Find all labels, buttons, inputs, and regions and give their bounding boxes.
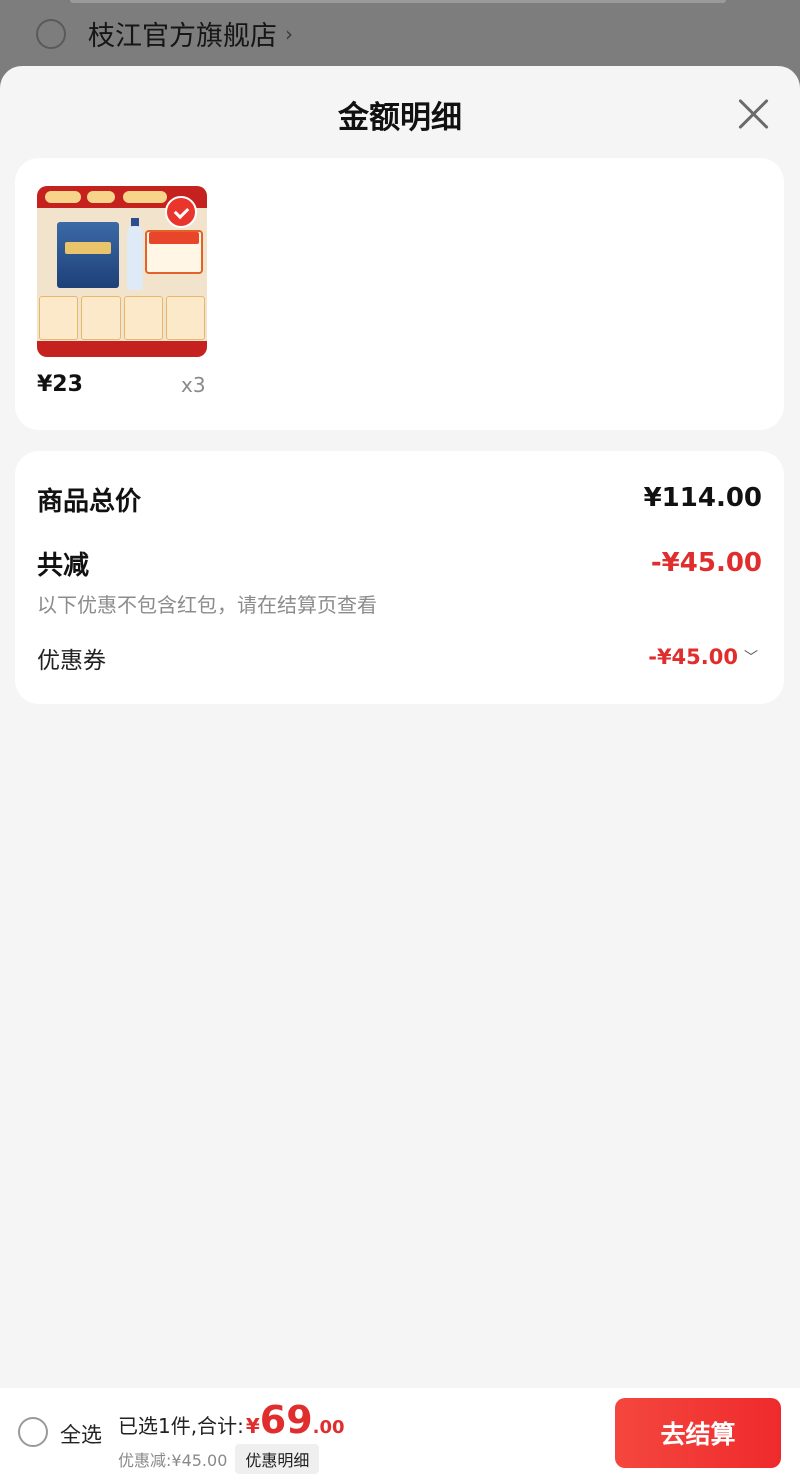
- discount-value: -¥45.00: [650, 548, 762, 578]
- chevron-right-icon: ›: [285, 21, 293, 46]
- promo-tag-header: [149, 232, 199, 244]
- selected-total: 已选1件,合计: ¥ 69 .00: [118, 1398, 345, 1442]
- coupon-row-toggle[interactable]: -¥45.00 ﹀: [648, 645, 758, 669]
- product-thumbnail[interactable]: [37, 186, 207, 357]
- coupon-label: 优惠券: [37, 648, 106, 674]
- discount-detail-button[interactable]: 优惠明细: [235, 1444, 320, 1474]
- item-price: ¥23: [37, 372, 83, 397]
- discount-label: 共减: [37, 551, 90, 581]
- discount-line: 优惠减:¥45.00 优惠明细: [118, 1444, 320, 1474]
- product-variants-strip: [39, 296, 205, 340]
- discount-note: 以下优惠不包含红包，请在结算页查看: [37, 593, 377, 617]
- sheet-title: 金额明细: [338, 100, 462, 136]
- chevron-down-icon: ﹀: [744, 650, 758, 666]
- total-price-label: 商品总价: [37, 487, 142, 517]
- currency-symbol: ¥: [245, 1414, 260, 1438]
- checkout-button[interactable]: 去结算: [615, 1398, 781, 1468]
- thumbnail-banner-chip: [45, 191, 81, 203]
- check-icon[interactable]: [165, 196, 197, 228]
- background-divider: [70, 0, 726, 3]
- total-price-value: ¥114.00: [643, 483, 762, 513]
- select-all-radio[interactable]: [18, 1417, 48, 1447]
- item-quantity: x3: [181, 373, 206, 397]
- close-icon[interactable]: [736, 96, 770, 130]
- store-name-link[interactable]: 枝江官方旗舰店 ›: [88, 14, 293, 53]
- variant-tile: [123, 296, 163, 340]
- thumbnail-footer: [37, 341, 207, 357]
- items-card: ¥23 x3: [15, 158, 784, 430]
- variant-tile: [81, 296, 121, 340]
- price-summary-card: 商品总价 ¥114.00 共减 -¥45.00 以下优惠不包含红包，请在结算页查…: [15, 451, 784, 704]
- bottle-image: [127, 226, 143, 290]
- thumbnail-banner-chip: [87, 191, 115, 203]
- gift-box-label: [65, 242, 111, 254]
- thumbnail-banner-chip: [123, 191, 167, 203]
- variant-tile: [165, 296, 205, 340]
- store-name: 枝江官方旗舰店: [88, 21, 277, 52]
- amount-detail-sheet: 金额明细 ¥23 x3 商品总价 ¥114.00 共减 -¥45.00 以下优惠…: [0, 66, 800, 1480]
- select-all-label[interactable]: 全选: [60, 1419, 102, 1449]
- checkout-bar: 全选 已选1件,合计: ¥ 69 .00 优惠减:¥45.00 优惠明细 去结算: [0, 1388, 800, 1480]
- total-decimal: .00: [312, 1417, 345, 1438]
- selected-summary: 已选1件,合计:: [118, 1414, 244, 1438]
- coupon-value: -¥45.00: [648, 645, 738, 669]
- total-integer: 69: [259, 1398, 313, 1442]
- gift-box-image: [57, 222, 119, 288]
- variant-tile: [39, 296, 79, 340]
- discount-amount-text: 优惠减:¥45.00: [118, 1451, 228, 1470]
- store-select-radio[interactable]: [36, 19, 66, 49]
